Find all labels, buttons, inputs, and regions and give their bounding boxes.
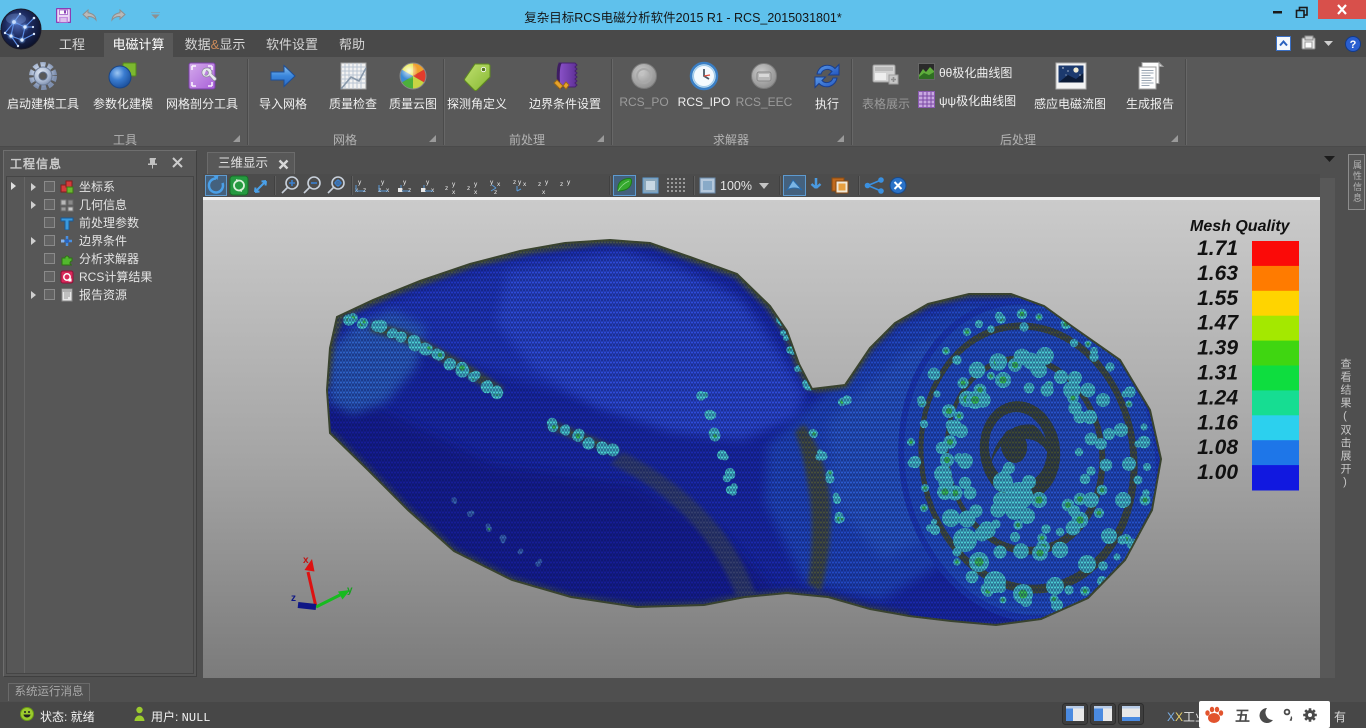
svg-text:y: y (347, 585, 353, 596)
svg-text:y: y (567, 179, 571, 186)
svg-text:y: y (426, 179, 430, 186)
svg-text:z: z (560, 181, 563, 188)
svg-text:x: x (542, 189, 546, 196)
svg-text:1.24: 1.24 (1197, 386, 1238, 409)
svg-text:y: y (381, 179, 385, 186)
svg-text:100%: 100% (720, 179, 752, 193)
svg-text:y: y (545, 179, 549, 186)
svg-text:1.63: 1.63 (1197, 262, 1238, 285)
svg-text:五: 五 (1235, 708, 1250, 724)
svg-text:1.55: 1.55 (1197, 287, 1238, 310)
svg-text:y: y (474, 181, 478, 188)
svg-text:y: y (518, 179, 522, 186)
svg-text:x: x (497, 181, 501, 188)
svg-text:1.39: 1.39 (1197, 337, 1238, 360)
svg-text:1.00: 1.00 (1197, 461, 1238, 484)
svg-text:x: x (523, 181, 527, 188)
svg-text:1.31: 1.31 (1197, 362, 1238, 385)
svg-text:y: y (403, 179, 407, 186)
svg-text:x: x (303, 555, 309, 566)
svg-text:z: z (513, 179, 516, 186)
svg-text:1.47: 1.47 (1197, 312, 1239, 335)
svg-text:Mesh Quality: Mesh Quality (1190, 218, 1291, 235)
svg-text:x: x (452, 189, 456, 196)
svg-text:z: z (291, 593, 296, 604)
svg-text:z: z (445, 185, 448, 192)
svg-text:y: y (490, 179, 494, 186)
svg-text:1.08: 1.08 (1197, 436, 1238, 459)
svg-text:y: y (452, 181, 456, 188)
svg-text:1.16: 1.16 (1197, 411, 1238, 434)
svg-text:?: ? (1350, 39, 1357, 51)
svg-text:1.71: 1.71 (1197, 237, 1238, 260)
svg-text:x: x (474, 189, 478, 196)
svg-text:z: z (467, 185, 470, 192)
svg-text:z: z (494, 189, 497, 196)
svg-text:z: z (538, 181, 541, 188)
svg-text:y: y (358, 179, 362, 186)
